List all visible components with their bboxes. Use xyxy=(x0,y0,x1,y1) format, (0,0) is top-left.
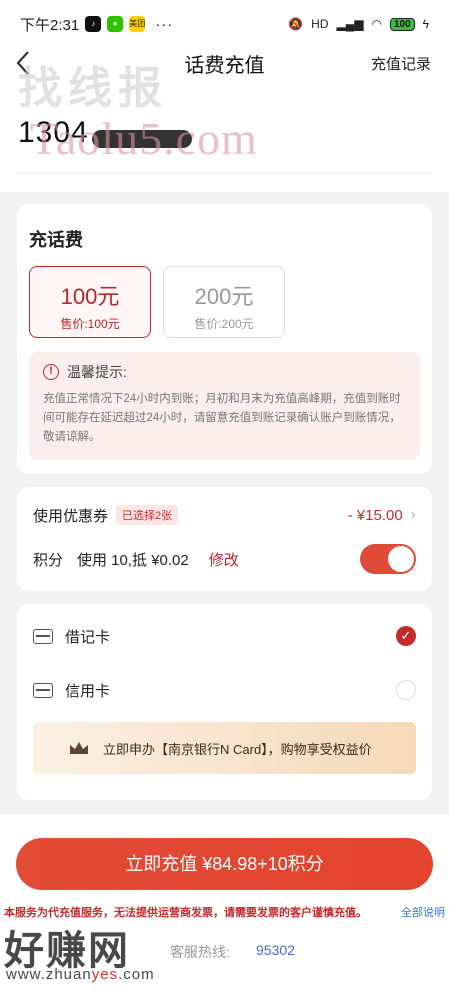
topup-title: 充话费 xyxy=(29,230,83,250)
coupon-selected-badge: 已选择2张 xyxy=(116,505,179,525)
coupon-label: 使用优惠券 xyxy=(33,507,109,525)
amount-option-100[interactable]: 100元 售价:100元 xyxy=(29,266,151,338)
recharge-now-button[interactable]: 立即充值 ¥84.98+10积分 xyxy=(16,838,433,890)
topup-card: 充话费 100元 售价:100元 200元 售价:200元 ! 温馨提示: 充值… xyxy=(17,204,432,474)
points-toggle[interactable] xyxy=(360,544,416,574)
wifi-icon: ◠ xyxy=(371,17,382,31)
notice-title: 温馨提示: xyxy=(67,364,127,380)
amount-label: 100元 xyxy=(60,284,120,309)
checkout-area: 立即充值 ¥84.98+10积分 本服务为代充值服务，无法提供运营商发票，请需要… xyxy=(0,814,449,1000)
credit-card-icon xyxy=(33,682,53,698)
watermark-url-post: .com xyxy=(118,966,155,983)
coupon-discount: - ¥15.00 xyxy=(347,506,403,524)
chevron-right-icon: › xyxy=(410,506,416,523)
hotline-number[interactable]: 95302 xyxy=(256,942,295,958)
points-modify-link[interactable]: 修改 xyxy=(209,549,239,570)
battery-icon: 100 xyxy=(389,17,415,31)
toggle-knob xyxy=(388,546,414,572)
tiktok-icon: ♪ xyxy=(85,16,102,32)
warning-icon: ! xyxy=(43,364,59,380)
more-dots: ··· xyxy=(155,15,174,33)
payment-label: 信用卡 xyxy=(65,682,111,700)
status-time: 下午2:31 xyxy=(20,16,80,34)
points-label: 积分 xyxy=(33,551,64,569)
watermark-url: www.zhuanyes.com xyxy=(6,966,155,983)
mute-icon: 🔕 xyxy=(288,17,304,31)
status-left: 下午2:31 ♪ ● 美团 ··· xyxy=(20,14,173,35)
amount-label: 200元 xyxy=(194,284,254,309)
coupon-card: 使用优惠券 已选择2张 - ¥15.00 › 积分 使用 10,抵 ¥0.02 … xyxy=(17,487,432,591)
payment-method-debit[interactable]: 借记卡 ✓ xyxy=(33,623,416,649)
divider xyxy=(18,172,431,173)
full-terms-link[interactable]: 全部说明 xyxy=(401,904,445,920)
meituan-icon: 美团 xyxy=(129,16,146,32)
amount-option-200[interactable]: 200元 售价:200元 xyxy=(163,266,285,338)
status-right: 🔕 HD ▂▄▆ ◠ 100 ϟ xyxy=(288,17,429,31)
card-promo-banner[interactable]: 立即申办【南京银行N Card】，购物享受权益价 xyxy=(33,722,416,774)
watermark-url-red: yes xyxy=(91,966,119,983)
points-detail: 使用 10,抵 ¥0.02 xyxy=(77,551,189,569)
radio-checked-icon[interactable]: ✓ xyxy=(396,626,416,646)
watermark-site: Taolu5.com xyxy=(30,113,258,164)
payment-card: 借记卡 ✓ 信用卡 立即申办【南京银行N Card】，购物享受权益价 xyxy=(17,604,432,800)
notice-box: ! 温馨提示: 充值正常情况下24小时内到账；月初和月末为充值高峰期，充值到账时… xyxy=(29,352,420,460)
crown-icon xyxy=(70,742,88,754)
debit-card-icon xyxy=(33,628,53,644)
watermark-top: 找线报 xyxy=(18,64,168,113)
payment-method-credit[interactable]: 信用卡 xyxy=(33,677,416,703)
coupon-row[interactable]: 使用优惠券 已选择2张 - ¥15.00 › xyxy=(33,503,416,527)
recharge-history-link[interactable]: 充值记录 xyxy=(371,53,431,74)
points-row: 积分 使用 10,抵 ¥0.02 修改 xyxy=(33,544,416,574)
amount-price: 售价:200元 xyxy=(194,317,254,331)
promo-text: 立即申办【南京银行N Card】，购物享受权益价 xyxy=(103,741,372,757)
wechat-icon: ● xyxy=(107,16,124,32)
signal-icon: ▂▄▆ xyxy=(336,17,364,31)
amount-price: 售价:100元 xyxy=(60,317,120,331)
radio-unchecked-icon[interactable] xyxy=(396,680,416,700)
signal-hd-label: HD xyxy=(311,17,329,31)
watermark-url-pre: www.zhuan xyxy=(6,966,92,983)
payment-label: 借记卡 xyxy=(65,628,111,646)
hotline-label: 客服热线: xyxy=(170,944,230,960)
notice-body: 充值正常情况下24小时内到账；月初和月末为充值高峰期，充值到账时间可能存在延迟超… xyxy=(43,393,401,443)
charging-icon: ϟ xyxy=(422,17,429,31)
notice-header: ! 温馨提示: xyxy=(43,362,406,382)
